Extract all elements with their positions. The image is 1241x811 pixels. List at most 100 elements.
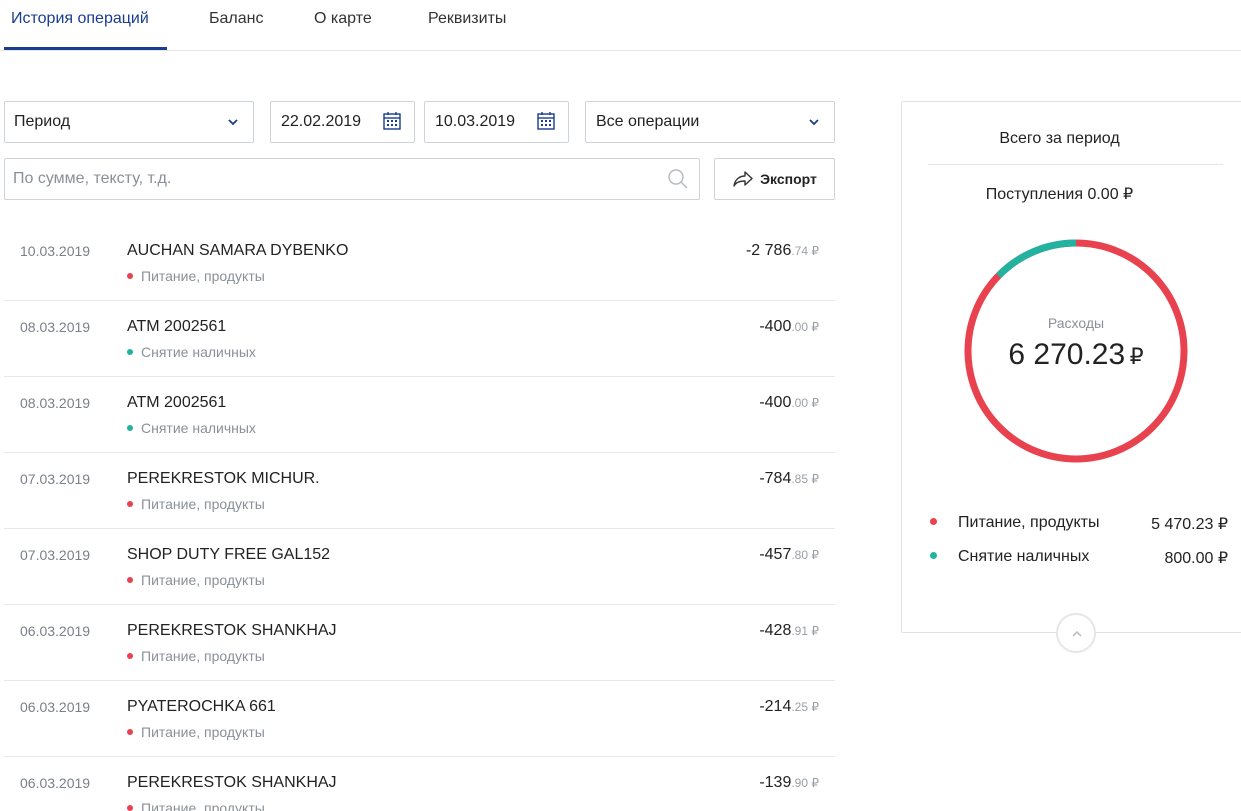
date-from-field[interactable]: 22.02.2019: [270, 101, 415, 143]
amount-frac: .25 ₽: [791, 700, 819, 714]
category-label: Питание, продукты: [141, 572, 265, 588]
export-button-label: Экспорт: [760, 171, 817, 187]
legend-value: 5 470.23 ₽: [1151, 516, 1228, 533]
expenses-currency: ₽: [1129, 344, 1144, 369]
date-to-field[interactable]: 10.03.2019: [424, 101, 569, 143]
operation-category: Снятие наличных: [127, 344, 256, 360]
amount-int: -214: [759, 698, 792, 715]
legend-name: Питание, продукты: [958, 514, 1100, 531]
legend-dot: [930, 552, 937, 559]
tab-balance[interactable]: Баланс: [209, 10, 263, 28]
legend-item-food: Питание, продукты 5 470.23 ₽: [928, 510, 1228, 534]
date-from-value: 22.02.2019: [281, 113, 362, 130]
category-dot: [127, 729, 133, 735]
amount-frac: .74 ₽: [791, 244, 819, 258]
collapse-panel-button[interactable]: [1056, 613, 1096, 653]
operation-date: 06.03.2019: [20, 699, 91, 715]
operation-category: Питание, продукты: [127, 572, 265, 588]
category-label: Питание, продукты: [141, 648, 265, 664]
list-item[interactable]: 10.03.2019 AUCHAN SAMARA DYBENKO Питание…: [4, 225, 835, 301]
list-item[interactable]: 06.03.2019 PEREKRESTOK SHANKHAJ Питание,…: [4, 757, 835, 811]
operation-amount: -428.91 ₽: [759, 622, 819, 640]
tab-bar: История операций Баланс О карте Реквизит…: [0, 0, 1241, 51]
operation-amount: -784.85 ₽: [759, 470, 819, 488]
search-input[interactable]: [13, 159, 653, 199]
list-item[interactable]: 08.03.2019 ATM 2002561 Снятие наличных -…: [4, 301, 835, 377]
period-select-label: Период: [14, 113, 71, 130]
operation-amount: -457.80 ₽: [759, 546, 819, 564]
operation-title: PYATEROCHKA 661: [127, 698, 276, 715]
operation-title: AUCHAN SAMARA DYBENKO: [127, 242, 349, 259]
date-to-value: 10.03.2019: [435, 113, 516, 130]
period-summary-panel: Всего за период Поступления 0.00 ₽ Расхо…: [901, 101, 1241, 633]
amount-frac: .00 ₽: [791, 396, 819, 410]
category-dot: [127, 349, 133, 355]
amount-int: -400: [759, 318, 792, 335]
category-label: Питание, продукты: [141, 268, 265, 284]
amount-int: -784: [759, 470, 792, 487]
operation-date: 08.03.2019: [20, 319, 91, 335]
operation-title: ATM 2002561: [127, 394, 227, 411]
legend-item-cash: Снятие наличных 800.00 ₽: [928, 544, 1228, 568]
operation-date: 06.03.2019: [20, 775, 91, 791]
expenses-total-number: 6 270.23: [1008, 338, 1126, 371]
period-select[interactable]: Период: [4, 101, 254, 143]
operation-category: Питание, продукты: [127, 648, 265, 664]
category-dot: [127, 425, 133, 431]
list-item[interactable]: 07.03.2019 PEREKRESTOK MICHUR. Питание, …: [4, 453, 835, 529]
export-button[interactable]: Экспорт: [714, 158, 835, 200]
category-dot: [127, 501, 133, 507]
operation-date: 08.03.2019: [20, 395, 91, 411]
operation-date: 07.03.2019: [20, 471, 91, 487]
amount-int: -2 786: [745, 242, 792, 259]
operation-amount: -214.25 ₽: [759, 698, 819, 716]
search-icon[interactable]: [667, 168, 689, 190]
chevron-up-icon: [1072, 630, 1082, 637]
chevron-down-icon: [809, 119, 819, 126]
operation-title: PEREKRESTOK SHANKHAJ: [127, 774, 337, 791]
operation-title: PEREKRESTOK MICHUR.: [127, 470, 320, 487]
category-label: Снятие наличных: [141, 420, 256, 436]
operation-amount: -400.00 ₽: [759, 318, 819, 336]
calendar-icon[interactable]: [536, 111, 556, 131]
income-total: Поступления 0.00 ₽: [985, 186, 1134, 203]
expenses-label: Расходы: [1047, 315, 1105, 331]
operation-amount: -2 786.74 ₽: [746, 242, 819, 260]
category-dot: [127, 273, 133, 279]
operations-type-select[interactable]: Все операции: [585, 101, 835, 143]
amount-frac: .91 ₽: [791, 624, 819, 638]
operation-date: 06.03.2019: [20, 623, 91, 639]
operation-date: 07.03.2019: [20, 547, 91, 563]
active-tab-indicator: [4, 47, 167, 50]
operation-title: ATM 2002561: [127, 318, 227, 335]
list-item[interactable]: 08.03.2019 ATM 2002561 Снятие наличных -…: [4, 377, 835, 453]
legend-name: Снятие наличных: [958, 548, 1090, 565]
operation-category: Питание, продукты: [127, 800, 265, 811]
category-dot: [127, 577, 133, 583]
amount-frac: .85 ₽: [791, 472, 819, 486]
tab-about-card[interactable]: О карте: [314, 10, 372, 28]
amount-int: -139: [759, 774, 792, 791]
amount-frac: .90 ₽: [791, 776, 819, 790]
operation-category: Питание, продукты: [127, 268, 265, 284]
operation-amount: -139.90 ₽: [759, 774, 819, 792]
operation-category: Снятие наличных: [127, 420, 256, 436]
amount-int: -428: [759, 622, 792, 639]
list-item[interactable]: 06.03.2019 PEREKRESTOK SHANKHAJ Питание,…: [4, 605, 835, 681]
amount-frac: .00 ₽: [791, 320, 819, 334]
category-label: Питание, продукты: [141, 800, 265, 811]
operation-amount: -400.00 ₽: [759, 394, 819, 412]
operation-title: PEREKRESTOK SHANKHAJ: [127, 622, 337, 639]
share-arrow-icon: [733, 171, 753, 187]
operation-category: Питание, продукты: [127, 724, 265, 740]
calendar-icon[interactable]: [382, 111, 402, 131]
amount-int: -400: [759, 394, 792, 411]
list-item[interactable]: 06.03.2019 PYATEROCHKA 661 Питание, прод…: [4, 681, 835, 757]
tab-operations-history[interactable]: История операций: [11, 10, 149, 28]
tab-requisites[interactable]: Реквизиты: [428, 10, 506, 28]
category-label: Снятие наличных: [141, 344, 256, 360]
operation-date: 10.03.2019: [20, 243, 91, 259]
category-label: Питание, продукты: [141, 724, 265, 740]
category-label: Питание, продукты: [141, 496, 265, 512]
list-item[interactable]: 07.03.2019 SHOP DUTY FREE GAL152 Питание…: [4, 529, 835, 605]
